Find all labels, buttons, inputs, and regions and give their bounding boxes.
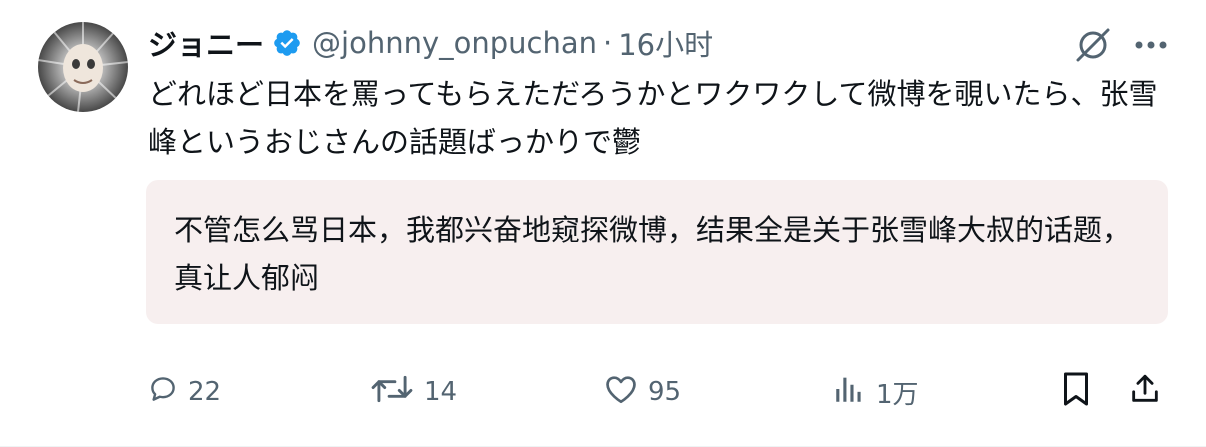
like-icon [604,373,638,412]
repost-icon [370,373,414,412]
repost-count: 14 [424,377,458,407]
post-header: ジョニー @johnny_onpuchan · 16小时 [148,22,713,64]
bookmark-icon [1060,371,1092,414]
avatar[interactable] [38,22,128,112]
reply-icon [148,374,178,411]
translated-text: 不管怎么骂日本，我都兴奋地窥探微博，结果全是关于张雪峰大叔的话题，真让人郁闷 [174,213,1132,295]
reply-count: 22 [188,377,222,407]
like-count: 95 [648,377,682,407]
post-top-actions [1074,26,1168,64]
bookmark-button[interactable] [1060,368,1092,416]
post-actions-bar: 22 14 95 1万 [0,368,1206,418]
post: ジョニー @johnny_onpuchan · 16小时 どれほど日本を罵っても… [0,0,1206,447]
post-text: どれほど日本を罵ってもらえただろうかとワクワクして微博を覗いたら、张雪峰というお… [148,77,1158,159]
author-handle[interactable]: @johnny_onpuchan [312,26,597,60]
grok-icon[interactable] [1074,26,1112,64]
like-button[interactable]: 95 [604,368,681,416]
more-icon[interactable] [1134,40,1168,50]
separator-dot: · [603,26,613,60]
share-button[interactable] [1128,368,1162,416]
verified-badge-icon [272,28,302,58]
views-count: 1万 [876,379,919,410]
post-timestamp[interactable]: 16小时 [618,22,713,64]
repost-button[interactable]: 14 [370,368,457,416]
author-name[interactable]: ジョニー [148,22,264,64]
views-icon [832,372,866,413]
translated-text-box: 不管怎么骂日本，我都兴奋地窥探微博，结果全是关于张雪峰大叔的话题，真让人郁闷 [146,180,1168,324]
views-button[interactable]: 1万 [832,368,919,416]
reply-button[interactable]: 22 [148,368,221,416]
share-icon [1128,371,1162,414]
